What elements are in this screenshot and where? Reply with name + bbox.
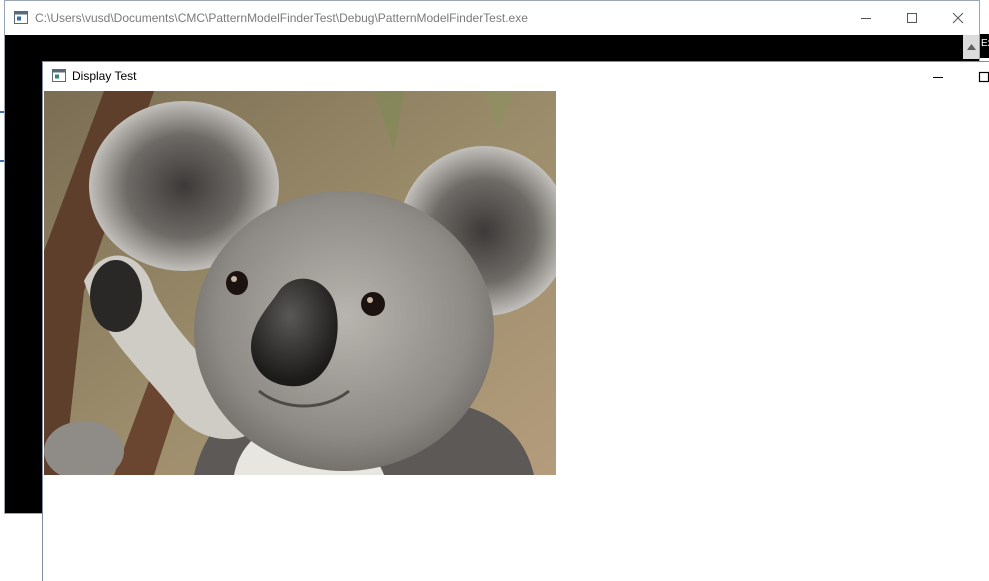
console-app-icon [14,11,28,24]
close-icon [952,12,964,24]
display-title: Display Test [72,69,137,83]
display-minimize-button[interactable] [915,62,961,91]
chevron-up-icon [966,44,976,50]
background-window-label: Ex [981,38,989,49]
minimize-icon [933,76,943,78]
console-scroll-up-button[interactable] [963,35,979,59]
koala-image [44,91,556,475]
console-close-button[interactable] [935,1,981,35]
minimize-icon [861,18,871,19]
maximize-icon [978,71,989,82]
display-maximize-button[interactable] [961,62,989,91]
console-minimize-button[interactable] [843,1,889,35]
console-title: C:\Users\vusd\Documents\CMC\PatternModel… [35,11,528,25]
maximize-icon [907,13,917,23]
image-window-icon [52,69,66,82]
console-titlebar[interactable]: C:\Users\vusd\Documents\CMC\PatternModel… [5,1,979,35]
display-titlebar[interactable]: Display Test [43,62,989,91]
console-maximize-button[interactable] [889,1,935,35]
display-test-window: Display Test [42,61,989,581]
